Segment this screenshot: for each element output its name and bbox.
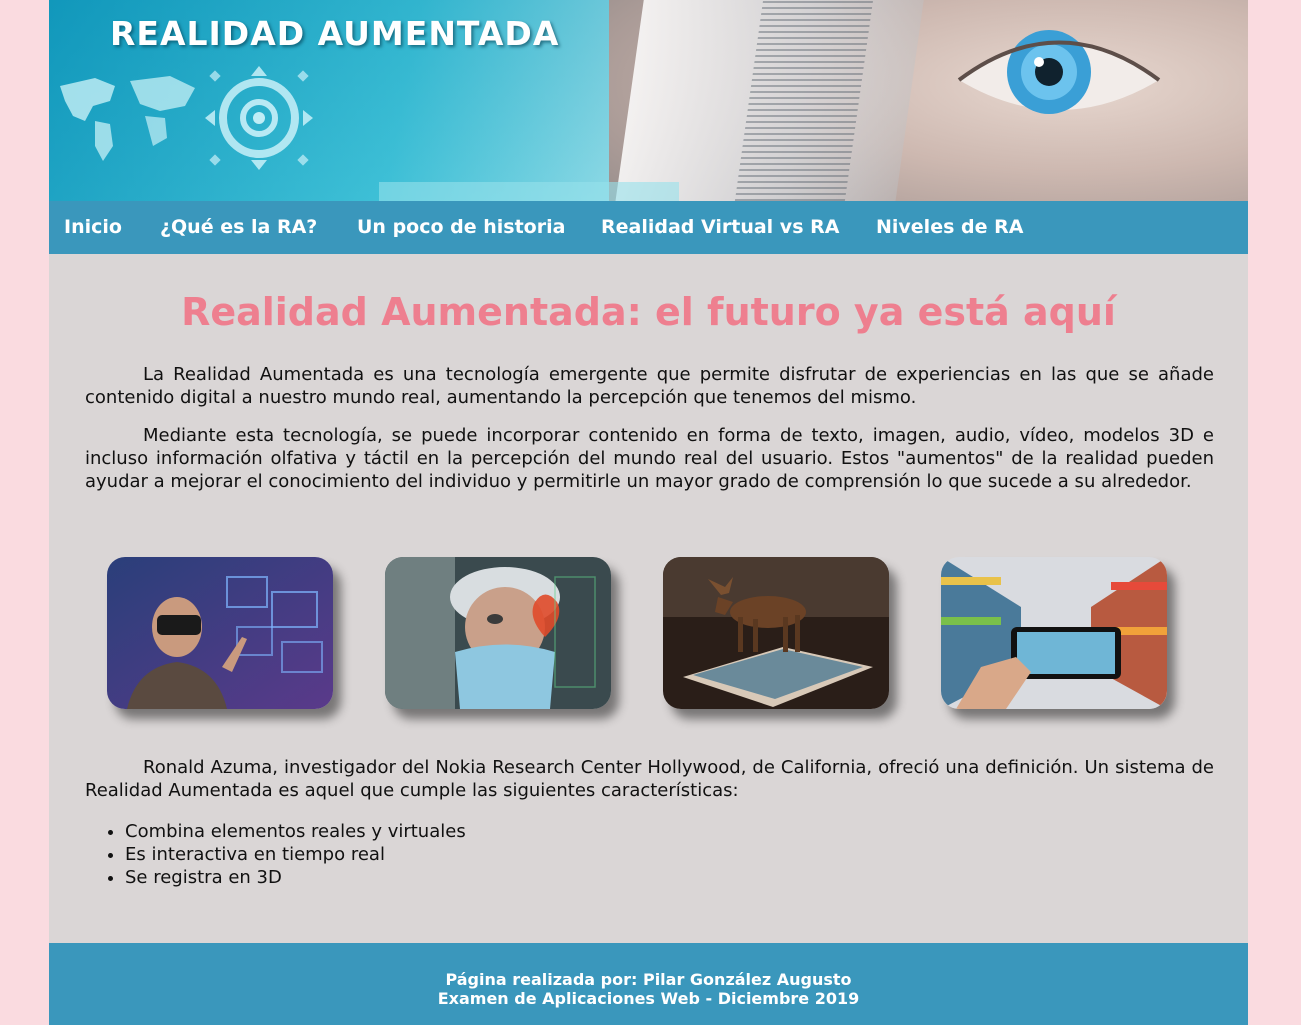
world-map-icon <box>60 76 195 161</box>
page-container: REALIDAD AUMENTADA Inicio ¿Qué es la RA?… <box>49 0 1248 1025</box>
gallery-image-medical-ar <box>385 557 611 709</box>
nav-item-rv-vs-ra[interactable]: Realidad Virtual vs RA <box>601 216 839 238</box>
footer-exam: Examen de Aplicaciones Web - Diciembre 2… <box>437 989 860 1008</box>
nav-item-que-es-ra[interactable]: ¿Qué es la RA? <box>160 216 317 238</box>
nav-item-historia[interactable]: Un poco de historia <box>357 216 565 238</box>
eye-image <box>957 30 1161 114</box>
header-banner: REALIDAD AUMENTADA <box>49 0 1248 201</box>
intro-paragraph: La Realidad Aumentada es una tecnología … <box>85 364 1214 408</box>
main-nav: Inicio ¿Qué es la RA? Un poco de histori… <box>49 201 1248 254</box>
footer-author: Página realizada por: Pilar González Aug… <box>445 970 852 989</box>
list-item: Es interactiva en tiempo real <box>125 843 466 866</box>
azuma-paragraph: Ronald Azuma, investigador del Nokia Res… <box>85 757 1214 801</box>
list-item: Combina elementos reales y virtuales <box>125 820 466 843</box>
nav-item-niveles[interactable]: Niveles de RA <box>876 216 1023 238</box>
footer: Página realizada por: Pilar González Aug… <box>49 943 1248 1025</box>
page-title: Realidad Aumentada: el futuro ya está aq… <box>181 290 1116 334</box>
technology-paragraph: Mediante esta tecnología, se puede incor… <box>85 425 1214 492</box>
gallery-image-vr-headset <box>107 557 333 709</box>
list-item: Se registra en 3D <box>125 866 466 889</box>
features-list: Combina elementos reales y virtuales Es … <box>85 820 466 889</box>
banner-title: REALIDAD AUMENTADA <box>110 14 560 53</box>
gallery-image-supermarket-phone <box>941 557 1167 709</box>
target-hud-icon <box>205 66 313 170</box>
nav-item-inicio[interactable]: Inicio <box>64 216 122 238</box>
gallery-image-moose-phone <box>663 557 889 709</box>
